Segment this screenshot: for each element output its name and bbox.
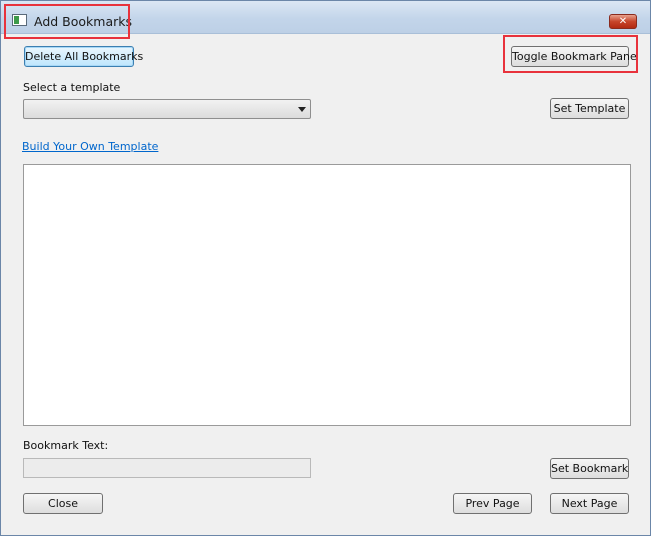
- add-bookmarks-window: Add Bookmarks ✕ Delete All Bookmarks Tog…: [0, 0, 651, 536]
- set-template-button[interactable]: Set Template: [550, 98, 629, 119]
- next-page-button[interactable]: Next Page: [550, 493, 629, 514]
- set-bookmark-button[interactable]: Set Bookmark: [550, 458, 629, 479]
- bookmark-pane[interactable]: [23, 164, 631, 426]
- close-icon: ✕: [618, 16, 628, 27]
- close-button[interactable]: Close: [23, 493, 103, 514]
- delete-all-bookmarks-button[interactable]: Delete All Bookmarks: [24, 46, 143, 67]
- template-select[interactable]: [23, 99, 311, 119]
- prev-page-button[interactable]: Prev Page: [453, 493, 532, 514]
- select-template-label: Select a template: [23, 81, 121, 94]
- window-title: Add Bookmarks: [34, 14, 133, 29]
- title-bar[interactable]: Add Bookmarks ✕: [1, 1, 650, 34]
- window-close-button[interactable]: ✕: [609, 14, 637, 29]
- bookmark-text-label: Bookmark Text:: [23, 439, 109, 452]
- app-icon: [12, 14, 27, 26]
- bookmark-text-field[interactable]: [23, 458, 311, 478]
- build-template-link[interactable]: Build Your Own Template: [22, 140, 158, 153]
- toggle-bookmark-pane-button[interactable]: Toggle Bookmark Pane: [511, 46, 637, 67]
- chevron-down-icon: [298, 107, 306, 112]
